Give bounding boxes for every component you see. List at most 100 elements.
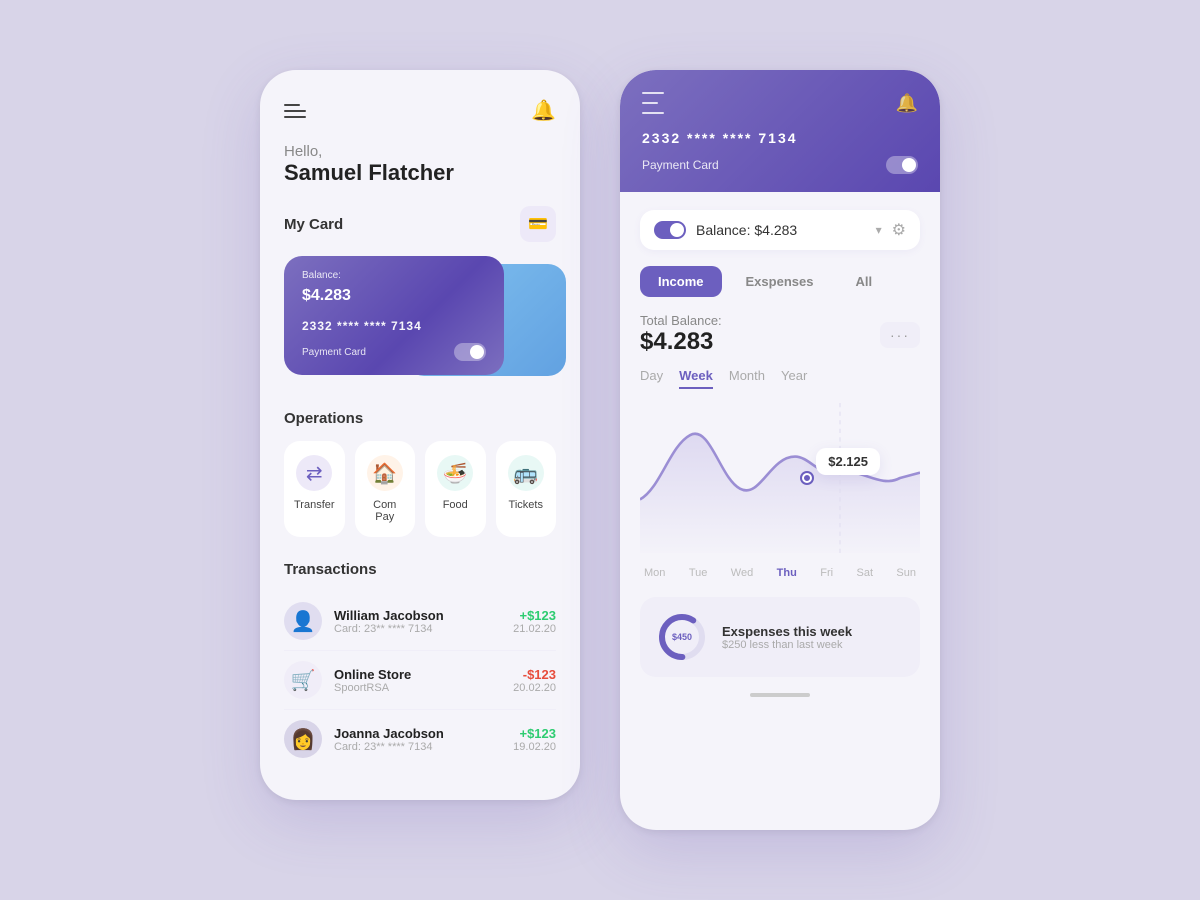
right-card-header: 🔔 2332 **** **** 7134 Payment Card xyxy=(620,70,940,192)
greeting-hello: Hello, xyxy=(284,143,556,160)
transfer-icon: ⇄ xyxy=(296,455,332,491)
right-card-number: 2332 **** **** 7134 xyxy=(642,130,918,146)
tx-amount-2: -$123 xyxy=(513,667,556,682)
transactions-header: Transactions xyxy=(284,561,556,578)
tx-info-3: Joanna Jacobson Card: 23** **** 7134 xyxy=(334,726,501,753)
card-main-number: 2332 **** **** 7134 xyxy=(302,319,486,333)
tx-right-1: +$123 21.02.20 xyxy=(513,608,556,635)
chart-area: $2.125 xyxy=(640,403,920,553)
day-mon: Mon xyxy=(644,567,665,579)
tx-info-1: William Jacobson Card: 23** **** 7134 xyxy=(334,608,501,635)
gear-icon[interactable]: ⚙ xyxy=(892,220,906,240)
tab-all[interactable]: All xyxy=(837,266,890,297)
op-transfer-label: Transfer xyxy=(294,499,335,511)
day-wed: Wed xyxy=(731,567,753,579)
tx-name-1: William Jacobson xyxy=(334,608,501,623)
compay-icon: 🏠 xyxy=(367,455,403,491)
cards-wrapper: Balance: $4.283 2332 **** **** 7134 Paym… xyxy=(284,256,556,386)
card-main-footer: Payment Card xyxy=(302,343,486,361)
table-row[interactable]: 🛒 Online Store SpoortRSA -$123 20.02.20 xyxy=(284,651,556,710)
tx-right-2: -$123 20.02.20 xyxy=(513,667,556,694)
greeting-name: Samuel Flatcher xyxy=(284,160,556,186)
app-container: 🔔 Hello, Samuel Flatcher My Card 💳 Balan… xyxy=(180,10,1020,890)
expenses-sub: $250 less than last week xyxy=(722,639,852,651)
tx-amount-1: +$123 xyxy=(513,608,556,623)
add-card-icon: 💳 xyxy=(528,214,548,234)
time-tab-day[interactable]: Day xyxy=(640,368,663,389)
tx-sub-1: Card: 23** **** 7134 xyxy=(334,623,501,635)
op-transfer[interactable]: ⇄ Transfer xyxy=(284,441,345,537)
operations-grid: ⇄ Transfer 🏠 Com Pay 🍜 Food 🚌 Tickets xyxy=(284,441,556,537)
avatar: 👩 xyxy=(284,720,322,758)
avatar: 🛒 xyxy=(284,661,322,699)
day-sat: Sat xyxy=(856,567,873,579)
tab-income[interactable]: Income xyxy=(640,266,722,297)
my-card-header: My Card 💳 xyxy=(284,206,556,242)
right-menu-button[interactable] xyxy=(642,92,664,114)
my-card-title: My Card xyxy=(284,216,343,233)
balance-label: Balance: $4.283 xyxy=(696,222,866,238)
operations-section: Operations ⇄ Transfer 🏠 Com Pay 🍜 Food 🚌 xyxy=(284,410,556,537)
chart-dot xyxy=(802,473,812,483)
right-card-toggle[interactable] xyxy=(886,156,918,174)
more-options-button[interactable]: ··· xyxy=(880,322,920,348)
op-food-label: Food xyxy=(443,499,468,511)
menu-button[interactable] xyxy=(284,104,306,118)
day-sun: Sun xyxy=(896,567,916,579)
day-tue: Tue xyxy=(689,567,708,579)
table-row[interactable]: 👩 Joanna Jacobson Card: 23** **** 7134 +… xyxy=(284,710,556,768)
total-amount: $4.283 xyxy=(640,328,722,356)
time-tab-year[interactable]: Year xyxy=(781,368,807,389)
tx-date-2: 20.02.20 xyxy=(513,682,556,694)
tx-date-1: 21.02.20 xyxy=(513,623,556,635)
tx-info-2: Online Store SpoortRSA xyxy=(334,667,501,694)
right-card-footer: Payment Card xyxy=(642,156,918,174)
right-card-type: Payment Card xyxy=(642,158,719,172)
total-balance-row: Total Balance: $4.283 ··· xyxy=(640,313,920,356)
tabs-row: Income Exspenses All xyxy=(640,266,920,297)
balance-row: Balance: $4.283 ▾ ⚙ xyxy=(640,210,920,250)
food-icon: 🍜 xyxy=(437,455,473,491)
right-body: Balance: $4.283 ▾ ⚙ Income Exspenses All… xyxy=(620,192,940,715)
donut-label: $450 xyxy=(672,632,692,642)
tx-sub-2: SpoortRSA xyxy=(334,682,501,694)
table-row[interactable]: 👤 William Jacobson Card: 23** **** 7134 … xyxy=(284,592,556,651)
op-tickets[interactable]: 🚌 Tickets xyxy=(496,441,557,537)
total-label: Total Balance: xyxy=(640,313,722,328)
right-notification-icon[interactable]: 🔔 xyxy=(896,93,918,114)
card-main-toggle[interactable] xyxy=(454,343,486,361)
left-top-bar: 🔔 xyxy=(284,98,556,123)
add-card-button[interactable]: 💳 xyxy=(520,206,556,242)
op-tickets-label: Tickets xyxy=(509,499,543,511)
avatar: 👤 xyxy=(284,602,322,640)
main-card[interactable]: Balance: $4.283 2332 **** **** 7134 Paym… xyxy=(284,256,504,375)
tab-expenses[interactable]: Exspenses xyxy=(728,266,832,297)
tickets-icon: 🚌 xyxy=(508,455,544,491)
operations-header: Operations xyxy=(284,410,556,427)
right-phone: 🔔 2332 **** **** 7134 Payment Card Balan… xyxy=(620,70,940,830)
balance-chevron-icon[interactable]: ▾ xyxy=(876,223,882,237)
card-main-type: Payment Card xyxy=(302,347,366,358)
op-compay-label: Com Pay xyxy=(367,499,404,523)
card-main-balance-amount: $4.283 xyxy=(302,287,486,305)
tx-right-3: +$123 19.02.20 xyxy=(513,726,556,753)
total-balance-info: Total Balance: $4.283 xyxy=(640,313,722,356)
tx-amount-3: +$123 xyxy=(513,726,556,741)
donut-chart: $450 xyxy=(656,611,708,663)
tx-sub-3: Card: 23** **** 7134 xyxy=(334,741,501,753)
expenses-title: Exspenses this week xyxy=(722,624,852,639)
tx-name-3: Joanna Jacobson xyxy=(334,726,501,741)
chart-tooltip: $2.125 xyxy=(816,448,880,475)
left-phone: 🔔 Hello, Samuel Flatcher My Card 💳 Balan… xyxy=(260,70,580,800)
balance-toggle[interactable] xyxy=(654,221,686,239)
op-food[interactable]: 🍜 Food xyxy=(425,441,486,537)
day-thu[interactable]: Thu xyxy=(777,567,797,579)
day-fri: Fri xyxy=(820,567,833,579)
scrollbar xyxy=(750,693,810,697)
time-tabs: Day Week Month Year xyxy=(640,368,920,389)
time-tab-week[interactable]: Week xyxy=(679,368,713,389)
time-tab-month[interactable]: Month xyxy=(729,368,765,389)
notification-icon[interactable]: 🔔 xyxy=(531,98,556,123)
expenses-card: $450 Exspenses this week $250 less than … xyxy=(640,597,920,677)
op-compay[interactable]: 🏠 Com Pay xyxy=(355,441,416,537)
